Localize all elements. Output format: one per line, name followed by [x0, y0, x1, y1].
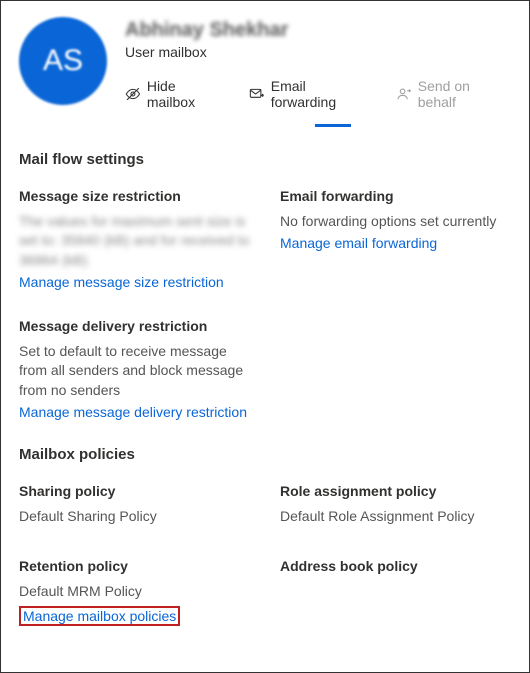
manage-message-delivery-link[interactable]: Manage message delivery restriction [19, 404, 247, 420]
send-on-behalf-icon [396, 86, 412, 102]
mailbox-policies-section-title: Mailbox policies [19, 446, 511, 463]
retention-policy-title: Retention policy [19, 558, 250, 574]
address-book-block: Address book policy [280, 558, 511, 625]
retention-policy-desc: Default MRM Policy [19, 582, 250, 601]
sharing-policy-block: Sharing policy Default Sharing Policy [19, 483, 250, 530]
email-forwarding-title: Email forwarding [280, 188, 511, 204]
mail-flow-section-title: Mail flow settings [19, 151, 511, 168]
manage-mailbox-policies-link[interactable]: Manage mailbox policies [23, 608, 176, 624]
avatar: AS [19, 17, 107, 105]
message-size-block: Message size restriction The values for … [19, 188, 250, 290]
hide-mailbox-label: Hide mailbox [147, 78, 227, 110]
sharing-policy-title: Sharing policy [19, 483, 250, 499]
sharing-policy-desc: Default Sharing Policy [19, 507, 250, 526]
message-delivery-title: Message delivery restriction [19, 318, 250, 334]
user-type: User mailbox [125, 44, 511, 60]
manage-email-forwarding-link[interactable]: Manage email forwarding [280, 235, 437, 251]
manage-message-size-link[interactable]: Manage message size restriction [19, 274, 224, 290]
email-forwarding-desc: No forwarding options set currently [280, 212, 511, 231]
manage-mailbox-policies-highlight: Manage mailbox policies [19, 606, 180, 626]
role-assignment-title: Role assignment policy [280, 483, 511, 499]
retention-policy-block: Retention policy Default MRM Policy Mana… [19, 558, 250, 625]
message-delivery-block: Message delivery restriction Set to defa… [19, 318, 250, 420]
message-size-title: Message size restriction [19, 188, 250, 204]
address-book-title: Address book policy [280, 558, 511, 574]
message-delivery-desc: Set to default to receive message from a… [19, 342, 250, 400]
role-assignment-desc: Default Role Assignment Policy [280, 507, 511, 526]
role-assignment-block: Role assignment policy Default Role Assi… [280, 483, 511, 530]
send-on-behalf-action: Send on behalf [396, 78, 511, 110]
message-size-desc: The values for maximum sent size is set … [19, 212, 250, 270]
hide-mailbox-action[interactable]: Hide mailbox [125, 78, 227, 110]
email-forwarding-block: Email forwarding No forwarding options s… [280, 188, 511, 290]
hide-mailbox-icon [125, 86, 141, 102]
email-forwarding-label: Email forwarding [271, 78, 374, 110]
send-on-behalf-label: Send on behalf [418, 78, 511, 110]
email-forwarding-action[interactable]: Email forwarding [249, 78, 374, 110]
active-tab-indicator [315, 124, 351, 127]
user-name: Abhinay Shekhar [125, 19, 511, 42]
email-forwarding-icon [249, 86, 265, 102]
avatar-initials: AS [43, 44, 83, 78]
